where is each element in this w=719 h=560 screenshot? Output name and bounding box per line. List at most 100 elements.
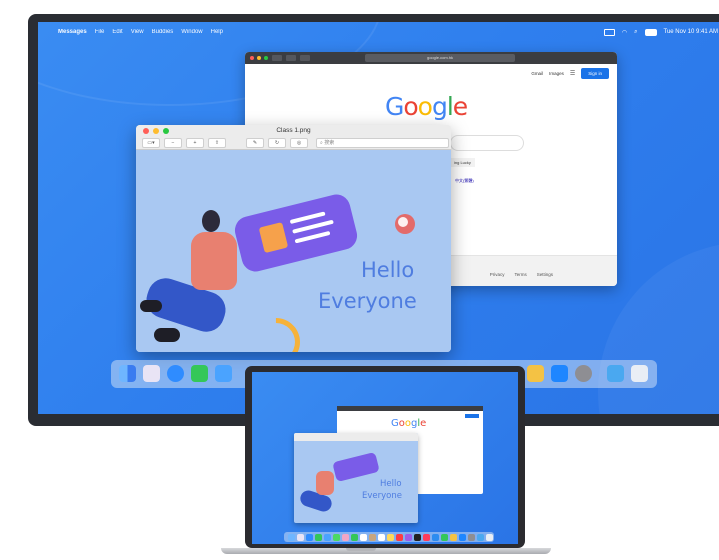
mail-icon xyxy=(324,533,331,541)
app-store-icon xyxy=(459,533,466,541)
markup-icon[interactable]: ✎ xyxy=(246,138,264,148)
mail-icon[interactable] xyxy=(215,365,232,382)
podcasts-icon xyxy=(405,533,412,541)
laptop-sign-in-button xyxy=(465,414,479,418)
preview-toolbar: ▭▾ − + ⇧ ✎ ↻ ◎ xyxy=(142,138,308,148)
trash-icon xyxy=(486,533,493,541)
preview-search-input[interactable]: ⌕ 搜索 xyxy=(316,138,449,148)
menu-buddies[interactable]: Buddies xyxy=(152,29,174,35)
safari-toolbar: google.com.hk xyxy=(245,52,617,64)
laptop-dock xyxy=(284,532,494,542)
menu-edit[interactable]: Edit xyxy=(112,29,122,35)
laptop-preview-window: Hello Everyone xyxy=(294,433,418,523)
photos-icon xyxy=(342,533,349,541)
address-bar[interactable]: google.com.hk xyxy=(365,54,515,62)
safari-icon xyxy=(306,533,313,541)
window-title: Class 1.png xyxy=(276,127,311,134)
laptop-preview-titlebar xyxy=(294,433,418,441)
contacts-icon xyxy=(369,533,376,541)
sidebar-button[interactable] xyxy=(286,55,296,61)
system-preferences-icon xyxy=(468,533,475,541)
search-placeholder: 搜索 xyxy=(324,140,335,146)
safari-icon[interactable] xyxy=(167,365,184,382)
illustration-shoe xyxy=(154,328,180,342)
laptop-hello-text: Hello xyxy=(380,479,402,489)
calendar-icon xyxy=(360,533,367,541)
gmail-link[interactable]: Gmail xyxy=(531,71,543,76)
keynote-icon xyxy=(432,533,439,541)
language-link[interactable]: 中文(繁體) xyxy=(455,178,474,184)
facetime-icon xyxy=(351,533,358,541)
launchpad-icon[interactable] xyxy=(143,365,160,382)
illustration-ball xyxy=(395,214,415,234)
preview-image: Hello Everyone xyxy=(136,150,451,352)
spotlight-icon[interactable]: ⌕ xyxy=(634,29,637,36)
illustration-card xyxy=(231,191,361,275)
laptop-notch xyxy=(346,548,376,551)
messages-icon xyxy=(315,533,322,541)
google-logo: Google xyxy=(385,92,468,121)
reminders-icon xyxy=(378,533,385,541)
share-icon[interactable]: ⇧ xyxy=(208,138,226,148)
illustration-shoe xyxy=(140,300,162,312)
rotate-icon[interactable]: ↻ xyxy=(268,138,286,148)
settings-link[interactable]: Settings xyxy=(537,272,553,277)
illustration-body xyxy=(191,232,237,290)
numbers-icon xyxy=(441,533,448,541)
pages-icon[interactable] xyxy=(527,365,544,382)
messages-icon[interactable] xyxy=(191,365,208,382)
sign-in-button[interactable]: Sign in xyxy=(581,68,609,79)
finder-icon xyxy=(288,533,295,541)
finder-icon[interactable] xyxy=(119,365,136,382)
pages-icon xyxy=(450,533,457,541)
tv-icon xyxy=(414,533,421,541)
privacy-link[interactable]: Privacy xyxy=(490,272,505,277)
music-icon xyxy=(396,533,403,541)
zoom-out-icon[interactable]: − xyxy=(164,138,182,148)
laptop-bezel: Google Hello Everyone xyxy=(245,366,525,548)
feeling-lucky-button[interactable]: ing Lucky xyxy=(450,158,475,167)
control-center-icon[interactable] xyxy=(644,28,657,36)
share-button[interactable] xyxy=(300,55,310,61)
launchpad-icon xyxy=(297,533,304,541)
minimize-button[interactable] xyxy=(257,56,261,60)
annotate-icon[interactable]: ◎ xyxy=(290,138,308,148)
menu-file[interactable]: File xyxy=(95,29,105,35)
zoom-in-icon[interactable]: + xyxy=(186,138,204,148)
everyone-text: Everyone xyxy=(318,289,417,313)
preview-window[interactable]: Class 1.png ▭▾ − + ⇧ ✎ ↻ ◎ ⌕ 搜索 Hello Ev… xyxy=(136,125,451,352)
hello-text: Hello xyxy=(361,258,415,282)
apps-grid-icon[interactable]: ☰ xyxy=(570,70,575,77)
battery-icon[interactable] xyxy=(603,28,615,36)
laptop-safari-toolbar xyxy=(337,406,483,411)
close-button[interactable] xyxy=(250,56,254,60)
menu-bar: Messages File Edit View Buddies Window H… xyxy=(38,22,719,42)
laptop-illustration-body xyxy=(316,471,334,495)
images-link[interactable]: Images xyxy=(549,71,564,76)
menu-window[interactable]: Window xyxy=(181,29,202,35)
menu-app-name[interactable]: Messages xyxy=(58,29,87,35)
back-button[interactable] xyxy=(272,55,282,61)
downloads-folder-icon xyxy=(477,533,484,541)
laptop: Google Hello Everyone xyxy=(221,366,551,554)
google-header: Gmail Images ☰ Sign in xyxy=(531,68,609,79)
document-icon xyxy=(258,222,289,254)
illustration-wifi-icon xyxy=(242,308,310,352)
trash-icon[interactable] xyxy=(631,365,648,382)
downloads-folder-icon[interactable] xyxy=(607,365,624,382)
terms-link[interactable]: Terms xyxy=(514,272,526,277)
app-store-icon[interactable] xyxy=(551,365,568,382)
laptop-menu-bar xyxy=(252,372,518,378)
wifi-icon[interactable]: ◠ xyxy=(622,29,627,36)
system-preferences-icon[interactable] xyxy=(575,365,592,382)
notes-icon xyxy=(387,533,394,541)
google-search-input[interactable] xyxy=(450,135,524,151)
menu-view[interactable]: View xyxy=(131,29,144,35)
clock[interactable]: Tue Nov 10 9:41 AM xyxy=(664,29,718,35)
menu-help[interactable]: Help xyxy=(211,29,223,35)
maps-icon xyxy=(333,533,340,541)
sidebar-toggle-icon[interactable]: ▭▾ xyxy=(142,138,160,148)
laptop-display: Google Hello Everyone xyxy=(252,372,518,544)
zoom-button[interactable] xyxy=(264,56,268,60)
preview-titlebar: Class 1.png ▭▾ − + ⇧ ✎ ↻ ◎ ⌕ 搜索 xyxy=(136,125,451,150)
